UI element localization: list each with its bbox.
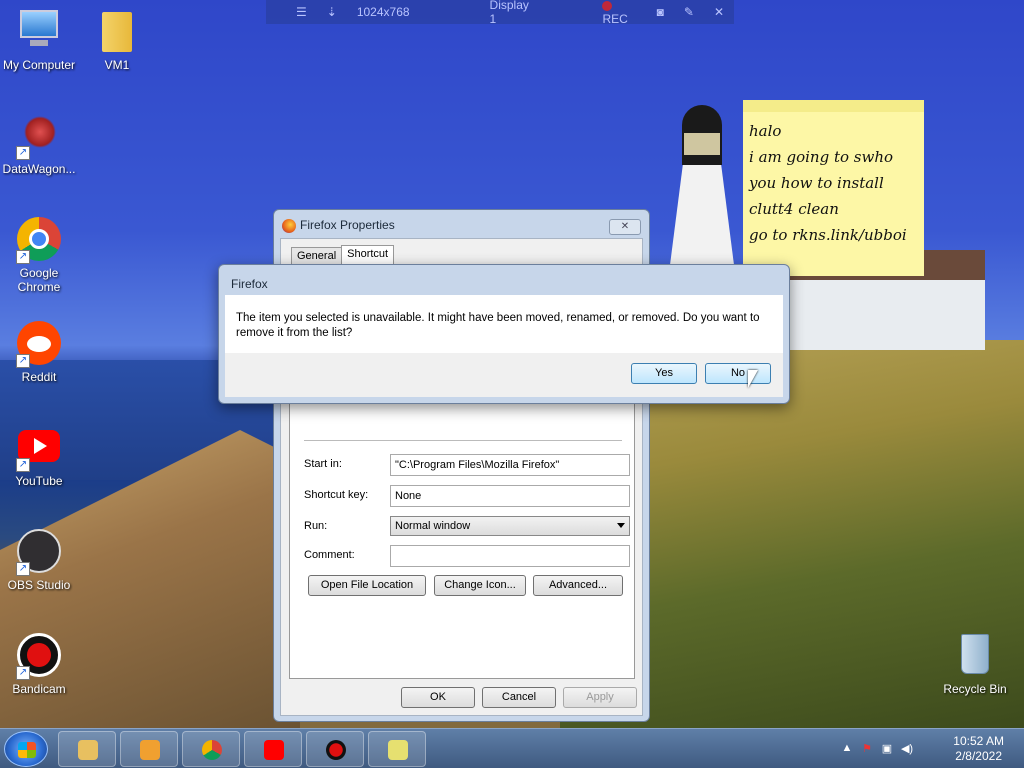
menu-icon[interactable]: ☰ [286,5,317,19]
taskbar: ▲ ⚑ ▣ ◀) 10:52 AM 2/8/2022 [0,728,1024,768]
sticky-line: you how to install [749,174,884,192]
windows-logo-icon [18,742,36,758]
shortcut-arrow-icon: ↗ [16,250,30,264]
change-icon-button[interactable]: Change Icon... [434,575,526,596]
taskbar-youtube[interactable] [244,731,302,767]
alert-dialog: Firefox The item you selected is unavail… [218,264,790,404]
dialog-message: The item you selected is unavailable. It… [236,312,760,339]
explorer-icon [78,740,98,760]
network-icon[interactable]: ▣ [880,742,894,756]
chrome-icon: ↗ [16,216,62,264]
desktop-icon-vm1[interactable]: VM1 [78,8,156,72]
record-icon [602,0,613,11]
comment-label: Comment: [304,549,355,561]
bandicam-icon: ↗ [16,632,62,680]
sticky-line: halo [749,122,782,140]
youtube-icon: ↗ [16,424,62,472]
shortcut-arrow-icon: ↗ [16,666,30,680]
firefox-icon [282,218,296,233]
sticky-line: clutt4 clean [749,200,839,218]
rec-button[interactable]: REC [592,0,646,26]
pin-icon[interactable]: ⇣ [317,5,347,19]
system-tray: ▲ ⚑ ▣ ◀) 10:52 AM 2/8/2022 [834,729,1024,768]
clock-date: 2/8/2022 [955,749,1002,763]
run-select[interactable]: Normal window [390,516,630,536]
shortcut-key-field[interactable]: None [390,485,630,507]
shortcut-arrow-icon: ↗ [16,146,30,160]
recording-toolbar: ☰ ⇣ 1024x768 Display 1 REC ◙ ✎ ✕ [266,0,734,26]
comment-field[interactable] [390,545,630,567]
shortcut-key-label: Shortcut key: [304,489,369,501]
show-hidden-icons-icon[interactable]: ▲ [840,742,854,756]
taskbar-chrome[interactable] [182,731,240,767]
taskbar-explorer[interactable] [58,731,116,767]
dialog-title: Firefox [231,277,268,291]
wallpaper-lighthouse [662,105,742,265]
media-player-icon [140,740,160,760]
shortcut-arrow-icon: ↗ [16,354,30,368]
clock-time: 10:52 AM [953,734,1004,748]
desktop-icon-recycle-bin[interactable]: Recycle Bin [936,632,1014,696]
bandicam-icon [326,740,346,760]
dialog-message-area: The item you selected is unavailable. It… [225,295,783,353]
camera-icon[interactable]: ◙ [647,5,674,19]
obs-icon: ↗ [16,528,62,576]
dialog-footer: Yes No [225,353,783,397]
divider [304,440,622,441]
taskbar-bandicam[interactable] [306,731,364,767]
run-label: Run: [304,520,328,532]
close-icon: ✕ [620,221,630,232]
desktop-icon-reddit[interactable]: ↗ Reddit [0,320,78,384]
window-close-button[interactable]: ✕ [609,219,641,235]
apply-button[interactable]: Apply [563,687,637,708]
shortcut-arrow-icon: ↗ [16,458,30,472]
youtube-icon [264,740,284,760]
desktop-icon-youtube[interactable]: ↗ YouTube [0,424,78,488]
no-button[interactable]: No [705,363,771,384]
computer-icon [16,8,62,54]
start-button[interactable] [4,731,48,767]
pen-icon[interactable]: ✎ [674,5,704,19]
desktop-icon-my-computer[interactable]: My Computer [0,8,78,72]
clock[interactable]: 10:52 AM 2/8/2022 [953,734,1004,764]
datawagon-icon: ↗ [16,112,62,160]
taskbar-media-player[interactable] [120,731,178,767]
close-icon[interactable]: ✕ [704,5,734,19]
chevron-down-icon [617,523,625,528]
advanced-button[interactable]: Advanced... [533,575,623,596]
action-center-icon[interactable]: ⚑ [860,742,874,756]
reddit-icon: ↗ [16,320,62,368]
run-select-value: Normal window [395,520,471,532]
window-title: Firefox Properties [282,218,395,233]
volume-icon[interactable]: ◀) [900,742,914,756]
resolution-label: 1024x768 [356,5,410,19]
mouse-cursor-icon [748,370,758,388]
shortcut-arrow-icon: ↗ [16,562,30,576]
desktop-icon-bandicam[interactable]: ↗ Bandicam [0,632,78,696]
wallpaper-house [790,280,985,350]
desktop-icon-obs-studio[interactable]: ↗ OBS Studio [0,528,78,592]
start-in-label: Start in: [304,458,342,470]
desktop-icon-google-chrome[interactable]: ↗ Google Chrome [0,216,78,294]
cancel-button[interactable]: Cancel [482,687,556,708]
open-file-location-button[interactable]: Open File Location [308,575,426,596]
ok-button[interactable]: OK [401,687,475,708]
sticky-notes-icon [388,740,408,760]
desktop-icon-datawagon[interactable]: ↗ DataWagon... [0,112,78,176]
sticky-line: go to rkns.link/ubboi [749,226,907,244]
yes-button[interactable]: Yes [631,363,697,384]
taskbar-sticky-notes[interactable] [368,731,426,767]
tab-shortcut[interactable]: Shortcut [341,245,395,265]
start-in-field[interactable]: "C:\Program Files\Mozilla Firefox" [390,454,630,476]
folder-icon [94,8,140,54]
sticky-note[interactable]: halo i am going to swho you how to insta… [743,100,924,276]
recycle-bin-icon [952,632,998,678]
chrome-icon [202,740,222,760]
display-label: Display 1 [489,0,529,26]
sticky-line: i am going to swho [749,148,894,166]
